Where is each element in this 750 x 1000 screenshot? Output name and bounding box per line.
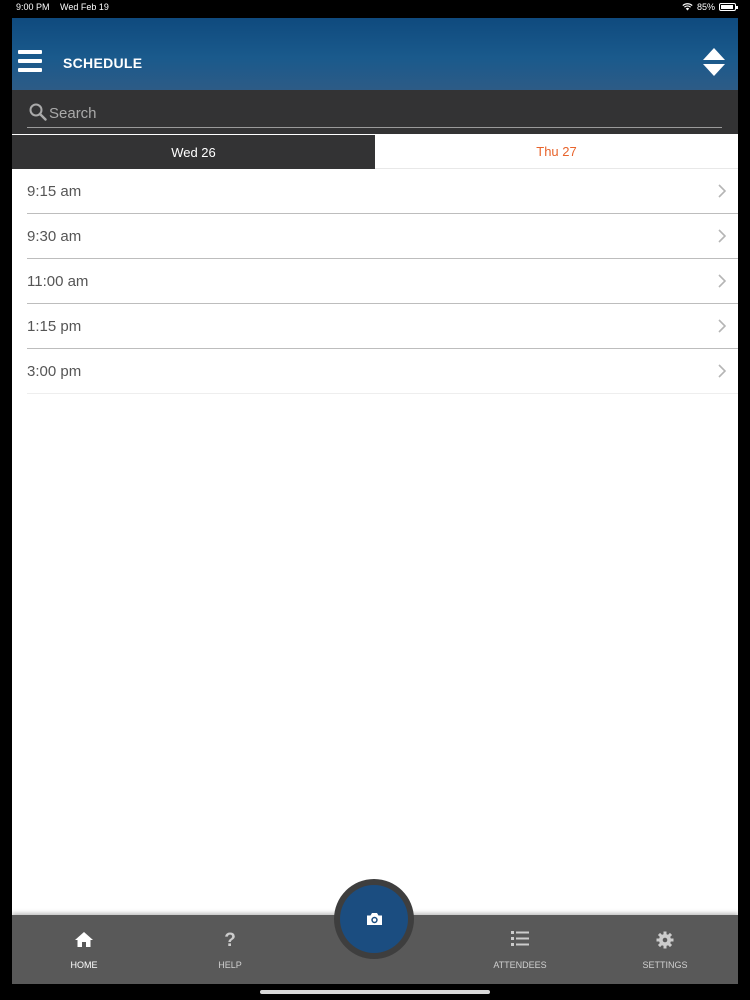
chevron-right-icon xyxy=(718,274,726,288)
status-date: Wed Feb 19 xyxy=(60,2,109,12)
schedule-time: 3:00 pm xyxy=(27,363,82,380)
chevron-right-icon xyxy=(718,364,726,378)
chevron-right-icon xyxy=(718,319,726,333)
home-icon xyxy=(75,932,93,947)
tab-help-label: HELP xyxy=(218,960,242,970)
menu-icon[interactable] xyxy=(18,50,42,72)
battery-percent: 85% xyxy=(696,2,715,12)
battery-icon xyxy=(719,3,738,11)
schedule-time: 9:30 am xyxy=(27,228,82,245)
search-input[interactable] xyxy=(49,101,709,125)
tab-settings[interactable]: SETTINGS xyxy=(605,915,725,984)
schedule-row[interactable]: 3:00 pm xyxy=(27,349,738,394)
chevron-right-icon xyxy=(718,229,726,243)
camera-icon xyxy=(366,913,382,925)
header-bar: SCHEDULE xyxy=(12,18,738,90)
tab-settings-label: SETTINGS xyxy=(642,960,688,970)
wifi-icon xyxy=(682,3,693,11)
home-indicator xyxy=(260,990,490,994)
search-bar xyxy=(12,90,738,134)
tab-help[interactable]: ? HELP xyxy=(170,915,290,984)
chevron-right-icon xyxy=(718,184,726,198)
status-time: 9:00 PM xyxy=(16,2,50,12)
camera-button[interactable] xyxy=(334,879,414,959)
schedule-row[interactable]: 1:15 pm xyxy=(27,304,738,349)
schedule-row[interactable]: 9:30 am xyxy=(27,214,738,259)
schedule-time: 9:15 am xyxy=(27,183,82,200)
gear-icon xyxy=(656,931,674,949)
tab-home[interactable]: HOME xyxy=(24,915,144,984)
app-screen: SCHEDULE Wed 26 Thu 27 9:15 am 9:30 am 1… xyxy=(12,18,738,984)
schedule-time: 1:15 pm xyxy=(27,318,82,335)
tab-thu-27[interactable]: Thu 27 xyxy=(375,135,738,169)
search-field xyxy=(27,101,722,128)
camera-button-inner xyxy=(340,885,408,953)
search-icon xyxy=(29,103,47,121)
schedule-time: 11:00 am xyxy=(27,273,89,290)
status-bar: 9:00 PM Wed Feb 19 85% xyxy=(0,0,750,16)
tab-home-label: HOME xyxy=(70,960,98,970)
schedule-row[interactable]: 11:00 am xyxy=(27,259,738,304)
help-icon: ? xyxy=(224,930,236,951)
page-title: SCHEDULE xyxy=(63,55,143,71)
sort-icon[interactable] xyxy=(702,47,726,77)
tab-attendees-label: ATTENDEES xyxy=(493,960,547,970)
day-tabs: Wed 26 Thu 27 xyxy=(12,135,738,169)
schedule-list: 9:15 am 9:30 am 11:00 am 1:15 pm 3:00 pm xyxy=(12,169,738,394)
tab-attendees[interactable]: ATTENDEES xyxy=(460,915,580,984)
list-icon xyxy=(511,931,529,946)
status-right: 85% xyxy=(682,2,738,12)
tab-wed-26[interactable]: Wed 26 xyxy=(12,135,375,169)
schedule-row[interactable]: 9:15 am xyxy=(27,169,738,214)
